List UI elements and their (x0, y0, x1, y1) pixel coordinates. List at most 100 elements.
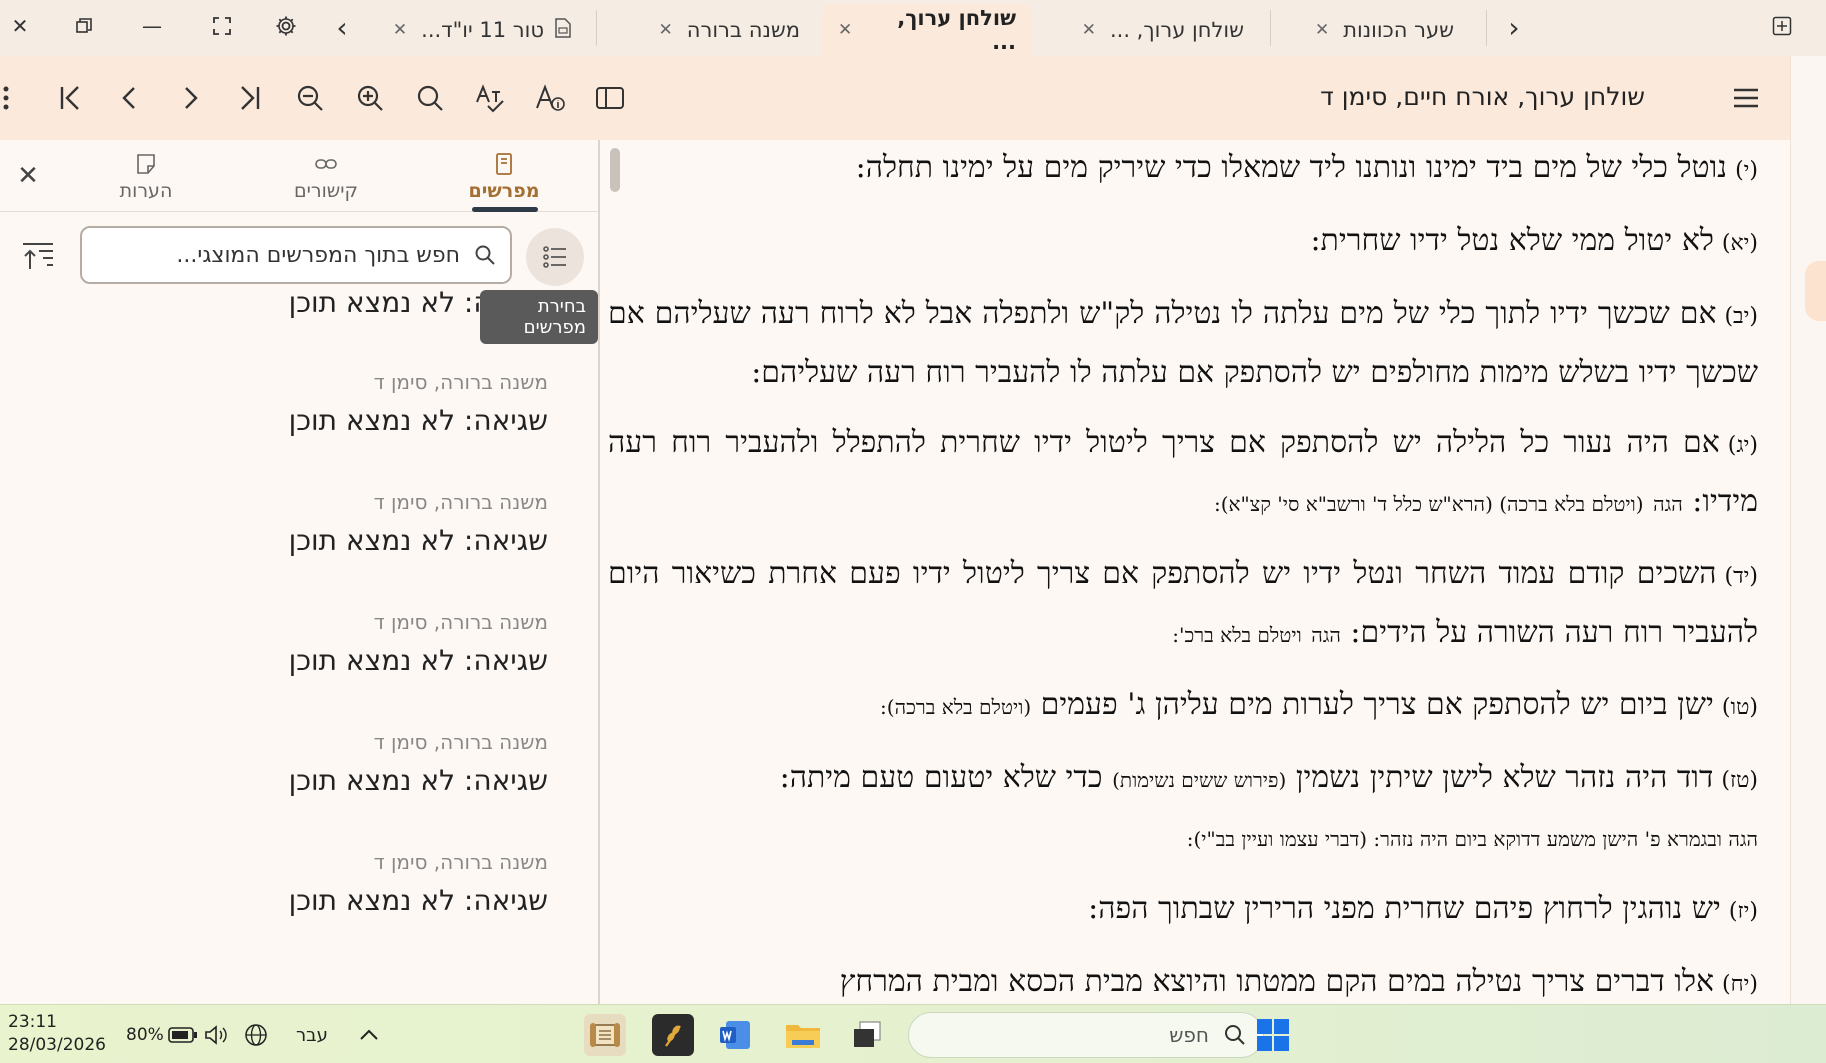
gloss-text: (ויטלם בלא ברכה): (880, 695, 1032, 719)
scroll-app-icon (590, 1023, 620, 1047)
result-error-message: שגיאה: לא נמצא תוכן (288, 764, 548, 797)
search-icon (1225, 1025, 1245, 1045)
new-tab-button[interactable] (1762, 8, 1802, 44)
close-window-button[interactable]: ✕ (0, 8, 40, 44)
result-source: משנה ברורה, סימן ד (373, 850, 548, 874)
windows-taskbar: 23:11 28/03/2026 80% עבר חפש (0, 1004, 1826, 1063)
result-source: משנה ברורה, סימן ד (373, 730, 548, 754)
font-info-icon (536, 84, 565, 111)
tab-label: משנה ברורה (686, 18, 800, 42)
result-error-message: שגיאה: לא נמצא תוכן (288, 524, 548, 557)
show-hidden-icons-button[interactable] (358, 1017, 380, 1053)
sidebar-panel-icon (596, 87, 624, 109)
main-text-pane[interactable]: (י) נוטל כלי של מים ביד ימינו ונותנו ליד … (602, 140, 1790, 1004)
paragraph-number: (טז) (1721, 768, 1758, 793)
hamburger-icon (1734, 88, 1758, 108)
network-button[interactable] (244, 1017, 268, 1053)
tab-notes[interactable]: הערות (76, 146, 216, 208)
last-page-button[interactable] (226, 74, 274, 122)
paragraph-13: (יג)אם היה נעור כל הלילה יש להסתפק אם צר… (608, 415, 1758, 532)
gloss-label: הגה (1311, 623, 1341, 647)
gloss-text: הגה ובגמרא פ' הישן משמע דדוקא ביום היה נ… (1186, 827, 1758, 851)
tab-links[interactable]: קישורים (256, 146, 396, 208)
first-page-button[interactable] (46, 74, 94, 122)
tab-shulchan-aruch[interactable]: שולחן ערוך, ... ✕ (1060, 4, 1260, 56)
search-button[interactable] (406, 74, 454, 122)
volume-button[interactable] (204, 1017, 228, 1053)
taskbar-app-word[interactable] (714, 1014, 756, 1056)
taskbar-app-file-explorer[interactable] (782, 1014, 824, 1056)
tab-tur[interactable]: טור 11 יו"ד... ✕ (356, 4, 588, 56)
text-info-button[interactable] (526, 74, 574, 122)
system-clock[interactable]: 23:11 28/03/2026 (8, 1011, 106, 1057)
commentary-search-input[interactable] (100, 242, 460, 268)
tab-commentaries[interactable]: מפרשים (434, 146, 574, 212)
zoom-out-button[interactable] (286, 74, 334, 122)
folder-icon (786, 1025, 820, 1048)
taskbar-app-wheat[interactable] (652, 1014, 694, 1056)
tab-shulchan-aruch-active[interactable]: שולחן ערוך, ... ✕ (822, 4, 1032, 56)
pdf-file-icon (554, 17, 572, 43)
tab-close-icon[interactable]: ✕ (393, 20, 407, 40)
tab-shaar-hakavanot[interactable]: שער הכוונות ✕ (1290, 4, 1470, 56)
fullscreen-button[interactable] (202, 8, 242, 44)
clock-time: 23:11 (8, 1012, 57, 1032)
select-commentaries-button[interactable] (526, 228, 584, 286)
tabs-scroll-left-button[interactable]: ‹ (326, 8, 358, 46)
restore-window-button[interactable] (64, 8, 104, 44)
tab-close-icon[interactable]: ✕ (1082, 20, 1096, 40)
list-icon (543, 246, 566, 268)
sort-button[interactable] (18, 236, 58, 276)
tab-mishnah-berurah[interactable]: משנה ברורה ✕ (616, 4, 816, 56)
battery-indicator[interactable]: 80% (126, 1017, 198, 1053)
zoom-in-button[interactable] (346, 74, 394, 122)
first-page-icon (60, 86, 79, 110)
tab-notes-label: הערות (119, 180, 173, 202)
result-error-message: שגיאה: לא נמצא תוכן (288, 644, 548, 677)
speaker-icon (205, 1025, 227, 1045)
side-panel-tabs: ✕ הערות קישורים מפרשים (0, 140, 598, 212)
select-commentaries-tooltip: בחירת מפרשים (480, 290, 598, 344)
chevron-left-icon (122, 87, 135, 109)
taskbar-app-task-view[interactable] (846, 1014, 888, 1056)
paragraph-text: נוטל כלי של מים ביד ימינו ונותנו ליד שמא… (855, 150, 1728, 185)
commentary-search-box[interactable] (80, 226, 512, 284)
tab-separator (1486, 10, 1487, 46)
chevron-right-icon (185, 87, 198, 109)
link-icon (315, 159, 337, 169)
spell-check-button[interactable] (466, 74, 514, 122)
minimize-window-button[interactable]: — (132, 8, 172, 44)
paragraph-number: (י) (1735, 158, 1758, 183)
paragraph-text: אלו דברים צריך נטילה במים הקם ממטתו והיו… (839, 964, 1715, 999)
tab-close-icon[interactable]: ✕ (659, 20, 673, 40)
more-options-button[interactable] (0, 74, 26, 122)
restore-icon (76, 18, 92, 33)
paragraph-text: ישן ביום יש להסתפק אם צריך לערות מים עלי… (1040, 687, 1714, 722)
add-tab-icon (1772, 16, 1792, 36)
gloss-text: (פירוש ששים נשימות) (1112, 768, 1287, 792)
edge-handle[interactable] (1805, 261, 1826, 321)
paragraph-text: אם שכשך ידיו לתוך כלי של מים עלתה לו נטי… (608, 296, 1758, 390)
hamburger-menu-button[interactable] (1722, 74, 1770, 122)
settings-button[interactable] (266, 8, 306, 44)
result-source: משנה ברורה, סימן ד (373, 490, 548, 514)
search-icon (475, 245, 495, 265)
paragraph-number: (יח) (1722, 972, 1758, 997)
paragraph-17: (יז) יש נוהגין לרחוץ פיהם שחרית מפני הריר… (608, 881, 1758, 940)
tab-close-icon[interactable]: ✕ (1315, 20, 1329, 40)
start-button[interactable] (1252, 1014, 1294, 1056)
close-panel-button[interactable]: ✕ (12, 160, 44, 192)
previous-page-button[interactable] (106, 74, 154, 122)
clock-date: 28/03/2026 (8, 1035, 106, 1055)
taskbar-search-box[interactable]: חפש (908, 1012, 1264, 1058)
taskbar-app-scroll[interactable] (584, 1014, 626, 1056)
tab-commentaries-label: מפרשים (468, 180, 540, 202)
tab-close-icon[interactable]: ✕ (838, 20, 852, 40)
result-error-message: שגיאה: לא נמצא תוכן (288, 404, 548, 437)
input-language-button[interactable]: עבר (296, 1017, 328, 1053)
note-icon (137, 154, 155, 174)
next-page-button[interactable] (166, 74, 214, 122)
toggle-sidebar-button[interactable] (586, 74, 634, 122)
tabs-scroll-right-button[interactable]: › (1498, 8, 1530, 46)
paragraph-number: (יג) (1727, 433, 1758, 458)
